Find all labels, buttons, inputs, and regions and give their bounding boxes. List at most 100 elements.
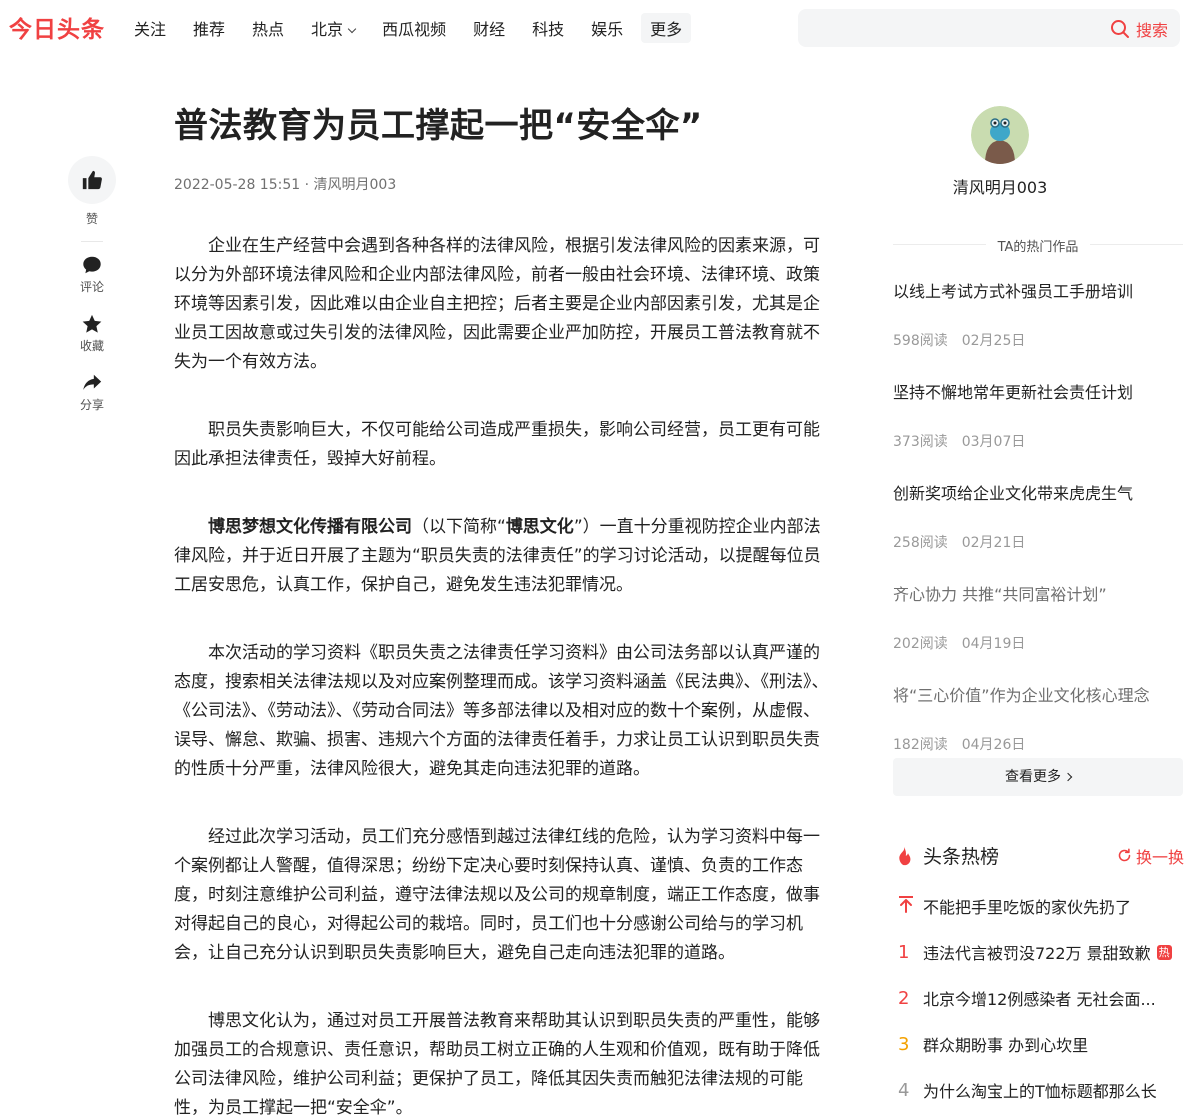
paragraph-6: 博思文化认为，通过对员工开展普法教育来帮助其认识到职员失责的严重性，能够加强员工… bbox=[174, 1011, 820, 1118]
thumbs-up-icon bbox=[82, 170, 102, 190]
paragraph-5: 经过此次学习活动，员工们充分感悟到越过法律红线的危险，认为学习资料中每一个案例都… bbox=[174, 827, 820, 963]
author-name[interactable]: 清风明月003 bbox=[855, 174, 1145, 198]
work-item[interactable]: 齐心协力 共推“共同富裕计划” 202阅读 04月19日 bbox=[893, 584, 1183, 685]
work-title: 以线上考试方式补强员工手册培训 bbox=[893, 282, 1134, 301]
work-date: 02月25日 bbox=[961, 333, 1026, 349]
chevron-down-icon bbox=[347, 24, 357, 34]
rank-item-pinned[interactable]: 不能把手里吃饭的家伙先扔了 bbox=[893, 883, 1183, 929]
share-label: 分享 bbox=[79, 398, 104, 412]
work-reads: 598阅读 bbox=[893, 333, 948, 349]
rank-item-title: 为什么淘宝上的T恤标题都那么长 bbox=[923, 1082, 1157, 1101]
rank-item-title: 违法代言被罚没722万 景甜致歉 bbox=[923, 944, 1151, 963]
work-item[interactable]: 坚持不懈地常年更新社会责任计划 373阅读 03月07日 bbox=[893, 382, 1183, 483]
nav-item-more[interactable]: 更多 bbox=[641, 13, 692, 43]
nav-item-city-label: 北京 bbox=[311, 20, 344, 39]
article-action-rail: 赞 评论 收藏 分享 bbox=[68, 156, 116, 431]
work-reads: 373阅读 bbox=[893, 434, 948, 450]
paragraph-1: 企业在生产经营中会遇到各种各样的法律风险，根据引发法律风险的因素来源，可以分为外… bbox=[174, 236, 820, 372]
refresh-label: 换一换 bbox=[1135, 847, 1184, 867]
work-meta: 202阅读 04月19日 bbox=[893, 633, 1183, 653]
comment-label: 评论 bbox=[79, 280, 104, 294]
work-item[interactable]: 以线上考试方式补强员工手册培训 598阅读 02月25日 bbox=[893, 281, 1183, 382]
site-logo[interactable]: 今日头条 bbox=[9, 10, 105, 44]
author-card: 清风明月003 bbox=[855, 106, 1145, 198]
hot-ranking-header: 头条热榜 换一换 bbox=[893, 842, 1184, 869]
right-sidebar: 清风明月003 TA的热门作品 以线上考试方式补强员工手册培训 598阅读 02月… bbox=[893, 106, 1184, 1113]
avatar-image bbox=[971, 106, 1029, 164]
favorite-button[interactable]: 收藏 bbox=[68, 313, 116, 354]
article-meta: 2022-05-28 15:51 · 清风明月003 bbox=[174, 177, 397, 193]
refresh-icon bbox=[1118, 848, 1131, 862]
rank-number: 2 bbox=[898, 987, 910, 1009]
rank-item[interactable]: 1 违法代言被罚没722万 景甜致歉 热 bbox=[893, 929, 1183, 975]
avatar[interactable] bbox=[971, 106, 1029, 164]
rail-divider bbox=[81, 241, 103, 242]
rank-item-title: 不能把手里吃饭的家伙先扔了 bbox=[923, 898, 1132, 917]
nav-item-finance[interactable]: 财经 bbox=[464, 13, 514, 43]
hot-ranking-list: 不能把手里吃饭的家伙先扔了 1 违法代言被罚没722万 景甜致歉 热 2 北京今… bbox=[893, 883, 1183, 1113]
work-item[interactable]: 创新奖项给企业文化带来虎虎生气 258阅读 02月21日 bbox=[893, 483, 1183, 584]
like-label: 赞 bbox=[85, 212, 98, 226]
comment-icon bbox=[83, 256, 101, 274]
work-meta: 598阅读 02月25日 bbox=[893, 330, 1183, 350]
refresh-button[interactable]: 换一换 bbox=[1117, 844, 1184, 868]
search-input[interactable] bbox=[810, 17, 1090, 39]
nav-item-city[interactable]: 北京 bbox=[302, 13, 364, 43]
search-button-label: 搜索 bbox=[1135, 21, 1168, 40]
work-reads: 258阅读 bbox=[893, 535, 948, 551]
article: 普法教育为员工撑起一把“安全伞” 2022-05-28 15:51 · 清风明月… bbox=[174, 100, 834, 1118]
hot-ranking-title: 头条热榜 bbox=[893, 842, 999, 869]
top-navigation-bar: 今日头条 关注 推荐 热点 北京 西瓜视频 财经 科技 娱乐 更多 搜索 bbox=[0, 0, 1200, 56]
view-more-button[interactable]: 查看更多 bbox=[893, 758, 1183, 796]
hot-ranking: 头条热榜 换一换 不能把手里吃饭的家伙先扔了 1 违法代言被罚没722万 景甜致… bbox=[893, 842, 1184, 1113]
article-title: 普法教育为员工撑起一把“安全伞” bbox=[174, 106, 703, 146]
view-more-label: 查看更多 bbox=[1005, 769, 1061, 785]
rank-item[interactable]: 2 北京今增12例感染者 无社会面... bbox=[893, 975, 1183, 1021]
hot-badge: 热 bbox=[1156, 944, 1172, 960]
company-name-bold: 博思梦想文化传播有限公司 bbox=[208, 517, 412, 537]
company-short-name-bold: 博思文化 bbox=[505, 517, 574, 537]
rank-number: 3 bbox=[898, 1033, 910, 1055]
rank-item[interactable]: 3 群众期盼事 办到心坎里 bbox=[893, 1021, 1183, 1067]
work-title: 将“三心价值”作为企业文化核心理念 bbox=[893, 686, 1150, 705]
paragraph-4: 本次活动的学习资料《职员失责之法律责任学习资料》由公司法务部以认真严谨的态度，搜… bbox=[174, 643, 829, 779]
nav-item-tech[interactable]: 科技 bbox=[523, 13, 573, 43]
paragraph-3: 博思梦想文化传播有限公司（以下简称“博思文化”）一直十分重视防控企业内部法律风险… bbox=[174, 513, 834, 600]
work-title: 齐心协力 共推“共同富裕计划” bbox=[893, 585, 1107, 604]
comment-button[interactable]: 评论 bbox=[68, 254, 116, 295]
like-button[interactable] bbox=[68, 156, 116, 204]
favorite-label: 收藏 bbox=[79, 339, 104, 353]
rank-item-title: 群众期盼事 办到心坎里 bbox=[923, 1036, 1089, 1055]
search-button[interactable]: 搜索 bbox=[1110, 17, 1168, 41]
paragraph-2: 职员失责影响巨大，不仅可能给公司造成严重损失，影响公司经营，员工更有可能因此承担… bbox=[174, 420, 820, 469]
hot-works-list: 以线上考试方式补强员工手册培训 598阅读 02月25日 坚持不懈地常年更新社会责… bbox=[893, 281, 1183, 786]
hot-works-heading: TA的热门作品 bbox=[893, 236, 1183, 255]
share-button[interactable]: 分享 bbox=[68, 372, 116, 413]
rank-item[interactable]: 4 为什么淘宝上的T恤标题都那么长 bbox=[893, 1067, 1183, 1113]
channel-nav: 关注 推荐 热点 北京 西瓜视频 财经 科技 娱乐 更多 bbox=[125, 13, 700, 43]
share-icon bbox=[83, 374, 102, 390]
work-meta: 373阅读 03月07日 bbox=[893, 431, 1183, 451]
star-icon bbox=[82, 314, 102, 333]
article-body: 企业在生产经营中会遇到各种各样的法律风险，根据引发法律风险的因素来源，可以分为外… bbox=[174, 232, 834, 1118]
nav-item-recommend[interactable]: 推荐 bbox=[184, 13, 234, 43]
rank-number: 1 bbox=[898, 941, 910, 963]
hot-ranking-title-label: 头条热榜 bbox=[923, 846, 1000, 868]
paragraph-3-mid: （以下简称“ bbox=[412, 517, 506, 537]
work-reads: 182阅读 bbox=[893, 737, 948, 753]
nav-item-hot[interactable]: 热点 bbox=[243, 13, 293, 43]
work-meta: 258阅读 02月21日 bbox=[893, 532, 1183, 552]
nav-item-xigua[interactable]: 西瓜视频 bbox=[373, 13, 455, 43]
work-title: 坚持不懈地常年更新社会责任计划 bbox=[893, 383, 1134, 402]
search-box: 搜索 bbox=[798, 9, 1180, 47]
pin-top-icon bbox=[893, 895, 923, 918]
nav-item-entertainment[interactable]: 娱乐 bbox=[582, 13, 632, 43]
work-date: 04月19日 bbox=[961, 636, 1026, 652]
rank-number: 4 bbox=[898, 1079, 910, 1101]
rank-item-title: 北京今增12例感染者 无社会面... bbox=[923, 990, 1156, 1009]
nav-item-follow[interactable]: 关注 bbox=[125, 13, 175, 43]
flame-icon bbox=[899, 846, 911, 865]
work-date: 03月07日 bbox=[961, 434, 1026, 450]
hot-works-heading-label: TA的热门作品 bbox=[985, 240, 1091, 255]
work-meta: 182阅读 04月26日 bbox=[893, 734, 1183, 754]
